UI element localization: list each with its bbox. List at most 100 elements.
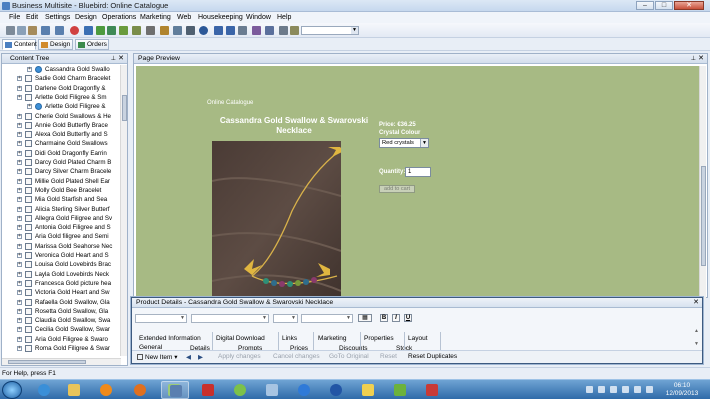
taskbar-firefox[interactable] [126,381,154,399]
add-to-cart-button[interactable]: add to cart [379,185,415,193]
next-record-button[interactable]: ▶ [198,353,203,361]
expand-icon[interactable]: + [17,253,22,258]
tree-item[interactable]: + Darcy Silver Charm Bracele [2,167,121,176]
tree-item[interactable]: + Allegra Gold Filigree and Sv [2,214,121,223]
maximize-button[interactable]: □ [655,1,673,10]
expand-icon[interactable]: + [17,76,22,82]
table-icon[interactable]: ▦ [358,314,372,322]
close-button[interactable]: ✕ [674,1,704,10]
preview-icon[interactable] [160,26,169,35]
pin-icon[interactable]: ⊥ [111,55,116,62]
tree-item[interactable]: + Victoria Gold Heart and Sw [2,288,121,297]
copy-icon[interactable] [17,26,26,35]
tree-item[interactable]: + Cherie Gold Swallows & He [2,112,121,121]
link-icon[interactable] [279,26,288,35]
tree-item[interactable]: + Francesca Gold picture hea [2,279,121,288]
tree-item[interactable]: + Molly Gold Bee Bracelet [2,186,121,195]
tab-layout[interactable]: Layout [408,335,428,342]
add-page-icon[interactable] [119,26,128,35]
help-icon[interactable] [252,26,261,35]
expand-icon[interactable]: + [17,122,22,128]
close-icon[interactable]: ✕ [118,54,124,62]
taskbar-app4[interactable] [258,381,286,399]
quantity-input[interactable]: 1 [405,167,431,177]
tools-icon[interactable] [290,26,299,35]
find-icon[interactable] [173,26,182,35]
start-button[interactable] [2,381,22,399]
close-icon[interactable]: ✕ [693,298,699,306]
add-product-icon[interactable] [96,26,105,35]
tray-arrow-icon[interactable] [586,386,593,393]
menu-window[interactable]: Window [246,14,271,21]
taskbar-app5[interactable] [290,381,318,399]
tree-item[interactable]: + Roma Gold Filigree & Swar [2,344,121,353]
size-combo[interactable]: ▼ [273,314,298,323]
italic-button[interactable]: I [392,314,400,322]
tree-item[interactable]: + Alexa Gold Butterfly and S [2,130,121,139]
expand-icon[interactable]: + [17,318,22,324]
tree-item[interactable]: + Cecilia Gold Swallow, Swar [2,325,121,334]
new-item-button[interactable]: New Item ▾ [137,353,178,361]
color-combo[interactable]: ▼ [301,314,353,323]
expand-icon[interactable]: + [17,290,22,296]
battery-icon[interactable] [622,386,629,393]
move-down-icon[interactable] [226,26,235,35]
reset-duplicates-button[interactable]: Reset Duplicates [408,353,457,360]
font-combo[interactable]: ▼ [191,314,269,323]
network-icon[interactable] [610,386,617,393]
expand-icon[interactable]: + [17,197,22,203]
flag-icon[interactable] [598,386,605,393]
expand-icon[interactable]: + [17,94,22,100]
tree-item[interactable]: + Mia Gold Starfish and Sea [2,195,121,204]
taskbar-app7[interactable] [354,381,382,399]
save-icon[interactable] [84,26,93,35]
tree-item[interactable]: + Arlette Gold Filigree & Sm [2,93,121,102]
expand-icon[interactable]: + [17,327,22,333]
taskbar-explorer[interactable] [60,381,88,399]
redo-icon[interactable] [55,26,64,35]
tree-item[interactable]: + Alicia Sterling Silver Butterf [2,205,121,214]
duplicate-icon[interactable] [132,26,141,35]
clock[interactable]: 06:10 12/09/2013 [664,382,700,398]
expand-icon[interactable]: + [17,113,22,119]
scroll-thumb[interactable] [701,166,706,266]
tree-item[interactable]: + Darlene Gold Dragonfly & [2,84,121,93]
style-combo[interactable]: ▼ [135,314,187,323]
scroll-down-icon[interactable]: ▼ [694,341,699,347]
tree-item[interactable]: + Cassandra Gold Swallo [2,65,121,74]
taskbar-app8[interactable] [386,381,414,399]
move-up-icon[interactable] [214,26,223,35]
tree-item[interactable]: + Antonia Gold Filigree and S [2,223,121,232]
expand-icon[interactable]: + [27,67,32,72]
taskbar-media[interactable] [92,381,120,399]
expand-icon[interactable]: + [17,215,22,221]
menu-help[interactable]: Help [277,14,291,21]
expand-icon[interactable]: + [17,141,22,147]
menu-settings[interactable]: Settings [45,14,70,21]
expand-icon[interactable]: + [17,271,22,277]
tree-vertical-scrollbar[interactable] [120,65,127,356]
expand-icon[interactable]: + [17,336,22,342]
tab-design[interactable]: Design [38,39,73,50]
menu-design[interactable]: Design [75,14,97,21]
pin-icon[interactable]: ⊥ [691,55,696,62]
delete-icon[interactable] [70,26,79,35]
menu-operations[interactable]: Operations [102,14,136,21]
expand-icon[interactable]: + [17,187,22,193]
tree-item[interactable]: + Aria Gold filigree and Semi [2,232,121,241]
taskbar-ie[interactable] [30,381,58,399]
tree-item[interactable]: + Claudia Gold Swallow, Swa [2,316,121,325]
tree-item[interactable]: + Didi Gold Dragonfly Earrin [2,149,121,158]
tree-item[interactable]: + Rosetta Gold Swallow, Gla [2,307,121,316]
tree-item[interactable]: + Sadie Gold Charm Bracelet [2,74,121,83]
expand-icon[interactable]: + [17,243,22,249]
apply-changes-button[interactable]: Apply changes [218,353,261,360]
menu-housekeeping[interactable]: Housekeeping [198,14,243,21]
tree-horizontal-scrollbar[interactable] [2,358,121,365]
scroll-thumb[interactable] [122,95,127,121]
tab-orders[interactable]: Orders [75,39,109,50]
underline-button[interactable]: U [404,314,412,322]
undo-icon[interactable] [41,26,50,35]
scroll-up-icon[interactable]: ▲ [694,328,699,334]
expand-icon[interactable]: + [17,85,22,91]
